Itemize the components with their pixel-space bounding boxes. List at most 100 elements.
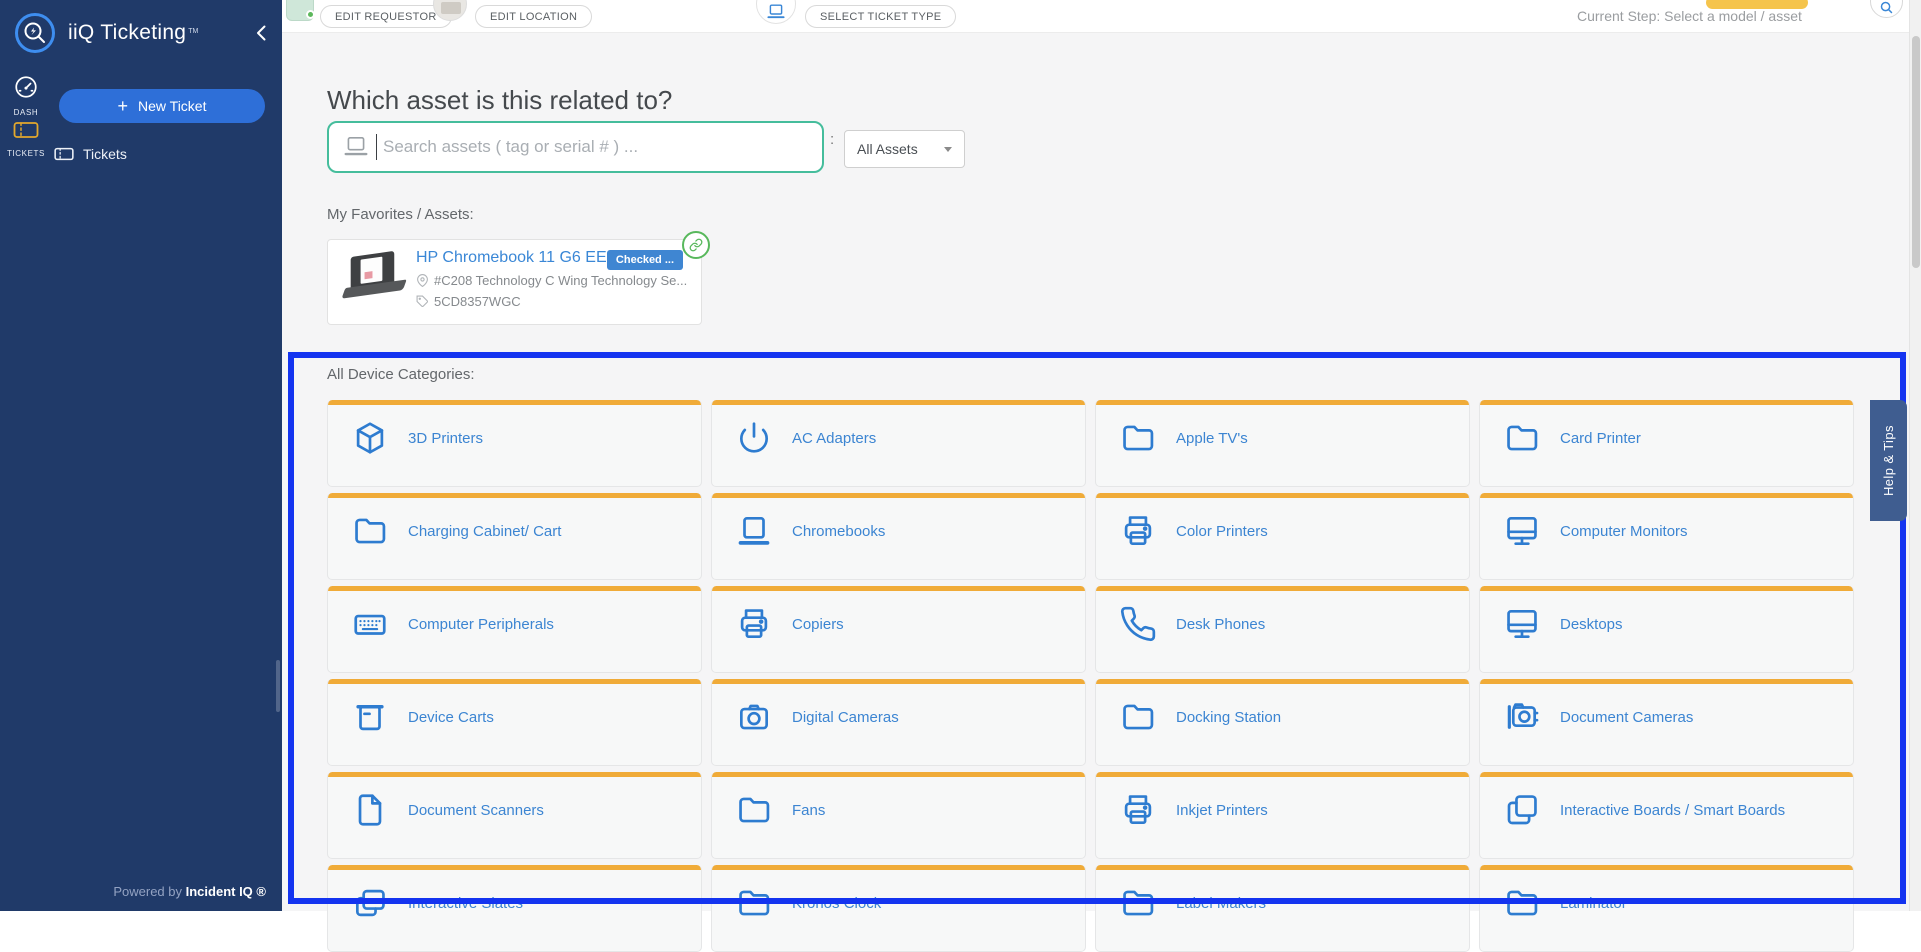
category-card[interactable]: Copiers <box>711 586 1086 673</box>
category-card[interactable]: Device Carts <box>327 679 702 766</box>
folder-icon <box>1502 418 1542 458</box>
category-card[interactable]: Inkjet Printers <box>1095 772 1470 859</box>
category-card[interactable]: Computer Peripherals <box>327 586 702 673</box>
category-label: Charging Cabinet/ Cart <box>408 523 561 540</box>
chevron-down-icon <box>944 147 952 152</box>
category-card[interactable]: Laminator <box>1479 865 1854 952</box>
map-pin-icon <box>416 274 429 287</box>
sidebar-collapse-button[interactable] <box>250 22 272 44</box>
favorites-label: My Favorites / Assets: <box>327 206 474 223</box>
category-card[interactable]: Desk Phones <box>1095 586 1470 673</box>
category-card[interactable]: Label Makers <box>1095 865 1470 952</box>
category-label: Kronos Clock <box>792 895 881 912</box>
asset-filter-select[interactable]: All Assets <box>844 130 965 168</box>
folder-icon <box>734 790 774 830</box>
folder-icon <box>734 883 774 923</box>
category-label: Color Printers <box>1176 523 1268 540</box>
select-ticket-type-button[interactable]: SELECT TICKET TYPE <box>805 5 956 28</box>
folder-icon <box>1118 883 1158 923</box>
category-label: Laminator <box>1560 895 1627 912</box>
linked-asset-button[interactable] <box>682 231 710 259</box>
category-card[interactable]: Docking Station <box>1095 679 1470 766</box>
category-card[interactable]: Digital Cameras <box>711 679 1086 766</box>
folder-icon <box>1502 883 1542 923</box>
magnifier-icon <box>1879 0 1894 15</box>
ticket-type-avatar[interactable] <box>756 0 796 24</box>
category-card[interactable]: Color Printers <box>1095 493 1470 580</box>
category-card[interactable]: Computer Monitors <box>1479 493 1854 580</box>
new-ticket-label: New Ticket <box>138 98 206 114</box>
category-card[interactable]: Charging Cabinet/ Cart <box>327 493 702 580</box>
new-ticket-button[interactable]: + New Ticket <box>59 89 265 123</box>
help-tips-tab[interactable]: Help & Tips <box>1870 400 1907 521</box>
cart-icon <box>350 697 390 737</box>
current-step-label: Current Step: Select a model / asset <box>1577 8 1802 24</box>
category-card[interactable]: Fans <box>711 772 1086 859</box>
sidebar-item-tickets-label: TICKETS <box>2 149 50 158</box>
category-card[interactable]: Document Scanners <box>327 772 702 859</box>
asset-location-row: #C208 Technology C Wing Technology Se... <box>416 273 687 288</box>
category-card[interactable]: Card Printer <box>1479 400 1854 487</box>
asset-photo <box>334 247 413 314</box>
requestor-avatar[interactable] <box>286 0 314 21</box>
category-label: Interactive Boards / Smart Boards <box>1560 802 1785 819</box>
category-card[interactable]: Desktops <box>1479 586 1854 673</box>
category-card[interactable]: Interactive Slates <box>327 865 702 952</box>
sidebar-item-tickets[interactable]: TICKETS <box>2 119 50 158</box>
folder-icon <box>350 511 390 551</box>
device-categories-grid: 3D Printers AC Adapters Apple TV's Card Pri… <box>327 400 1854 952</box>
category-card[interactable]: Document Cameras <box>1479 679 1854 766</box>
category-card[interactable]: Kronos Clock <box>711 865 1086 952</box>
category-label: Document Scanners <box>408 802 544 819</box>
edit-location-button[interactable]: EDIT LOCATION <box>475 5 592 28</box>
category-card[interactable]: Interactive Boards / Smart Boards <box>1479 772 1854 859</box>
asset-name-link[interactable]: HP Chromebook 11 G6 EE <box>416 249 607 267</box>
search-help-button[interactable] <box>1870 0 1903 18</box>
monitor-icon <box>1502 511 1542 551</box>
checked-out-badge: Checked ... <box>607 250 683 270</box>
window-scrollbar[interactable] <box>1909 0 1921 911</box>
monitor-icon <box>1502 604 1542 644</box>
category-label: Device Carts <box>408 709 494 726</box>
text-cursor <box>376 134 377 160</box>
folder-icon <box>1118 697 1158 737</box>
keyboard-icon <box>350 604 390 644</box>
category-label: Document Cameras <box>1560 709 1693 726</box>
category-card[interactable]: 3D Printers <box>327 400 702 487</box>
menu-item-tickets[interactable]: Tickets <box>54 146 127 162</box>
asset-search-input[interactable] <box>381 136 822 158</box>
ticket-wizard-topbar: EDIT REQUESTOR EDIT LOCATION SELECT TICK… <box>282 0 1909 33</box>
sidebar-scrollbar[interactable] <box>276 660 280 712</box>
category-label: Label Makers <box>1176 895 1266 912</box>
category-label: Fans <box>792 802 825 819</box>
category-label: Digital Cameras <box>792 709 899 726</box>
brand-name: iiQ TicketingTM <box>68 21 198 45</box>
category-card[interactable]: Apple TV's <box>1095 400 1470 487</box>
doccam-icon <box>1502 697 1542 737</box>
favorite-asset-card[interactable]: HP Chromebook 11 G6 EE #C208 Technology … <box>327 239 702 325</box>
category-card[interactable]: AC Adapters <box>711 400 1086 487</box>
category-label: Computer Peripherals <box>408 616 554 633</box>
brand-tm: TM <box>188 28 198 35</box>
power-icon <box>734 418 774 458</box>
category-label: Apple TV's <box>1176 430 1248 447</box>
sidebar: iiQ TicketingTM DASH + New Ticket TICKET… <box>0 0 282 911</box>
ticket-icon <box>54 146 74 162</box>
category-card[interactable]: Chromebooks <box>711 493 1086 580</box>
edit-requestor-button[interactable]: EDIT REQUESTOR <box>320 5 452 28</box>
file-icon <box>350 790 390 830</box>
sidebar-item-dash[interactable]: DASH <box>2 74 50 117</box>
printer-icon <box>1118 790 1158 830</box>
slate-icon <box>350 883 390 923</box>
asset-search-box <box>327 121 824 173</box>
online-status-dot <box>306 10 315 19</box>
scrollbar-thumb[interactable] <box>1912 36 1920 268</box>
gauge-icon <box>13 87 39 104</box>
category-label: Copiers <box>792 616 844 633</box>
sidebar-item-dash-label: DASH <box>2 108 50 117</box>
category-label: AC Adapters <box>792 430 876 447</box>
printer-icon <box>1118 511 1158 551</box>
separator-colon: : <box>830 131 834 148</box>
boards-icon <box>1502 790 1542 830</box>
folder-icon <box>1118 418 1158 458</box>
